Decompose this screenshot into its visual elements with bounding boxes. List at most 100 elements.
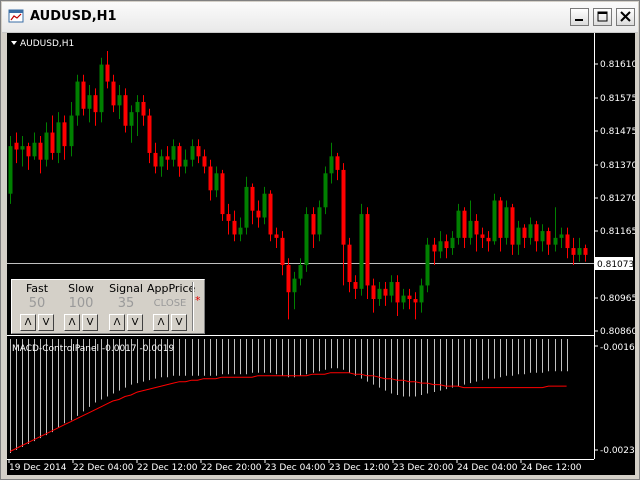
- time-tick: 24 Dec 12:00: [521, 463, 582, 473]
- candle-body: [220, 173, 225, 215]
- signal-label: Signal: [109, 282, 143, 295]
- candle-body: [50, 132, 55, 153]
- candle-body: [56, 122, 61, 153]
- appprice-down-button[interactable]: V: [171, 314, 187, 331]
- candle: [341, 163, 346, 286]
- candle-body: [44, 132, 49, 160]
- candle: [99, 57, 104, 123]
- candle: [456, 203, 461, 245]
- candle: [450, 231, 455, 255]
- candle: [553, 207, 558, 252]
- candle: [105, 51, 110, 89]
- candle-body: [359, 214, 364, 289]
- candle: [389, 275, 394, 303]
- candle: [492, 193, 497, 245]
- candle-body: [522, 227, 527, 238]
- candle: [353, 275, 358, 300]
- candle: [286, 258, 291, 320]
- candle-body: [196, 146, 201, 157]
- candle: [44, 122, 49, 167]
- candle: [311, 207, 316, 249]
- time-tick: 22 Dec 04:00: [73, 463, 134, 473]
- slow-up-button[interactable]: Λ: [64, 314, 80, 331]
- close-button[interactable]: [616, 8, 635, 26]
- candle: [383, 282, 388, 306]
- title-bar[interactable]: AUDUSD,H1: [2, 2, 638, 33]
- candle-body: [274, 234, 279, 238]
- candle-body: [407, 295, 412, 300]
- panel-divider: [192, 282, 194, 331]
- candle: [317, 200, 322, 242]
- signal-up-button[interactable]: Λ: [109, 314, 125, 331]
- candle-body: [371, 285, 376, 300]
- candle: [480, 227, 485, 249]
- candle: [280, 231, 285, 276]
- candle-body: [462, 210, 467, 238]
- slow-down-button[interactable]: V: [82, 314, 98, 331]
- candle-body: [395, 282, 400, 303]
- candle: [50, 115, 55, 160]
- candle-body: [444, 241, 449, 249]
- candle-body: [546, 231, 551, 245]
- candle-body: [480, 234, 485, 238]
- indicator-label: MACD-ControlPanel -0.0017 -0.0019: [12, 344, 175, 354]
- candle-body: [62, 122, 67, 147]
- maximize-button[interactable]: [593, 8, 612, 26]
- chart-area[interactable]: AUDUSD,H1 0.81610 0.81575 0.81475 0.8137…: [7, 33, 637, 475]
- candle: [395, 275, 400, 317]
- candle-body: [510, 207, 515, 245]
- candle: [292, 271, 297, 310]
- candle-body: [504, 207, 509, 238]
- minimize-icon: [575, 19, 583, 21]
- price-chart[interactable]: AUDUSD,H1 0.81610 0.81575 0.81475 0.8137…: [7, 33, 637, 475]
- candle: [214, 166, 219, 198]
- candle: [165, 146, 170, 170]
- candle: [117, 84, 122, 119]
- time-tick: 22 Dec 20:00: [201, 463, 262, 473]
- candle-body: [268, 193, 273, 235]
- candle-body: [232, 220, 237, 235]
- maximize-icon: [597, 11, 608, 22]
- candle-body: [553, 237, 558, 245]
- candle: [153, 142, 158, 174]
- candle-body: [147, 115, 152, 153]
- candle-body: [8, 146, 13, 194]
- candle: [371, 278, 376, 313]
- fast-down-button[interactable]: V: [38, 314, 54, 331]
- candle: [81, 74, 86, 116]
- price-tick: 0.80965: [600, 294, 635, 304]
- candle: [38, 135, 43, 174]
- candle-body: [226, 214, 231, 221]
- candle: [359, 203, 364, 296]
- candle-body: [377, 288, 382, 300]
- candle: [335, 152, 340, 181]
- candle-body: [413, 299, 418, 303]
- candle-body: [534, 224, 539, 242]
- candle: [298, 258, 303, 286]
- candle-body: [135, 101, 140, 113]
- candle: [413, 292, 418, 320]
- candle-body: [528, 224, 533, 238]
- indicator-axis-bottom: -0.0023: [600, 446, 635, 456]
- appprice-up-button[interactable]: Λ: [153, 314, 169, 331]
- candle: [329, 142, 334, 184]
- candle: [571, 237, 576, 266]
- candle-body: [93, 95, 98, 113]
- candle: [56, 112, 61, 164]
- chart-menu-triangle-icon[interactable]: [11, 41, 17, 45]
- candle-body: [292, 278, 297, 293]
- candle: [244, 176, 249, 235]
- time-tick: 24 Dec 04:00: [457, 463, 518, 473]
- candle-body: [87, 95, 92, 109]
- macd-signal-line: [9, 372, 567, 452]
- slow-control: Slow 100 Λ V: [58, 280, 104, 331]
- candle: [190, 139, 195, 167]
- minimize-button[interactable]: [570, 8, 589, 26]
- candle: [256, 200, 261, 228]
- signal-down-button[interactable]: V: [127, 314, 143, 331]
- candle: [516, 220, 521, 255]
- chart-window-icon: [8, 9, 24, 23]
- candle: [401, 288, 406, 310]
- fast-up-button[interactable]: Λ: [20, 314, 36, 331]
- candle: [504, 200, 509, 245]
